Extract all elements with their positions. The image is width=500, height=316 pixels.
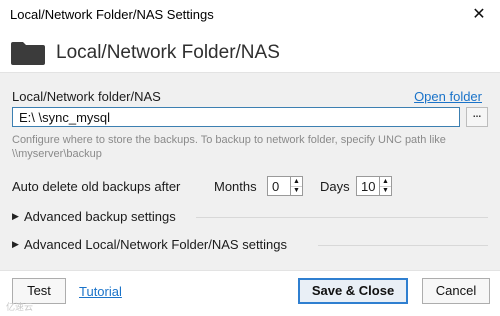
folder-path-input[interactable] <box>12 107 460 127</box>
section-advanced-folder-nas[interactable]: ▶ Advanced Local/Network Folder/NAS sett… <box>12 235 488 255</box>
auto-delete-label: Auto delete old backups after <box>12 179 181 194</box>
days-stepper-arrows: ▲ ▼ <box>379 177 391 195</box>
months-stepper[interactable]: 0 ▲ ▼ <box>267 176 303 196</box>
folder-label: Local/Network folder/NAS <box>12 89 161 104</box>
section-divider <box>318 245 488 246</box>
page-title: Local/Network Folder/NAS <box>56 42 280 63</box>
days-decrement-icon[interactable]: ▼ <box>380 186 391 195</box>
section-label: Advanced Local/Network Folder/NAS settin… <box>24 237 288 252</box>
window-title: Local/Network Folder/NAS Settings <box>10 7 214 22</box>
days-value[interactable]: 10 <box>361 179 375 194</box>
days-label: Days <box>320 179 350 194</box>
expand-triangle-icon: ▶ <box>12 211 19 221</box>
section-divider <box>196 217 488 218</box>
open-folder-link[interactable]: Open folder <box>414 89 482 104</box>
folder-icon <box>11 42 45 65</box>
close-icon[interactable]: ✕ <box>470 6 488 24</box>
window-titlebar: Local/Network Folder/NAS Settings ✕ <box>0 0 500 32</box>
watermark: 亿速云 <box>6 302 34 312</box>
section-label: Advanced backup settings <box>24 209 176 224</box>
days-stepper[interactable]: 10 ▲ ▼ <box>356 176 392 196</box>
footer-divider <box>0 270 500 271</box>
months-decrement-icon[interactable]: ▼ <box>291 186 302 195</box>
section-advanced-backup[interactable]: ▶ Advanced backup settings <box>12 207 488 227</box>
browse-button[interactable]: ... <box>466 107 488 127</box>
months-label: Months <box>214 179 257 194</box>
tutorial-link[interactable]: Tutorial <box>79 284 122 299</box>
months-stepper-arrows: ▲ ▼ <box>290 177 302 195</box>
cancel-button[interactable]: Cancel <box>422 278 490 304</box>
settings-panel: Local/Network folder/NAS Open folder ...… <box>0 72 500 271</box>
expand-triangle-icon: ▶ <box>12 239 19 249</box>
months-value[interactable]: 0 <box>272 179 279 194</box>
save-close-button[interactable]: Save & Close <box>298 278 408 304</box>
folder-hint-text: Configure where to store the backups. To… <box>12 134 446 160</box>
dialog-header: Local/Network Folder/NAS <box>0 32 500 72</box>
